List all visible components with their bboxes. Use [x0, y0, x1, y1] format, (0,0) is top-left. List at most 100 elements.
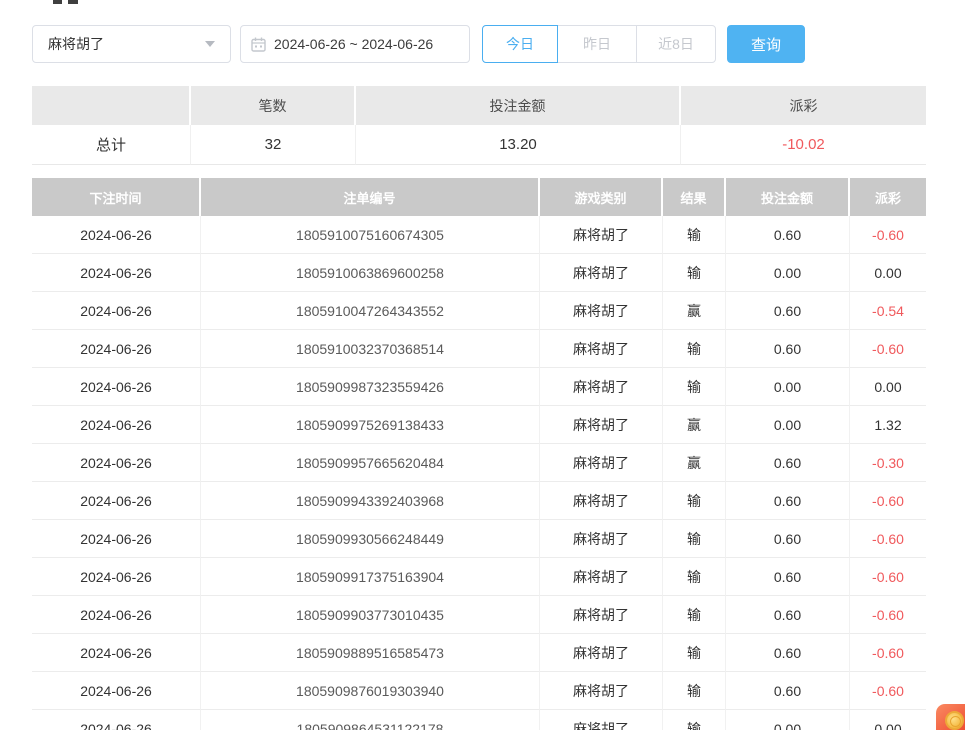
cell-result: 赢 [663, 444, 726, 482]
summary-total-row: 总计 32 13.20 -10.02 [32, 125, 926, 165]
cell-payout: 1.32 [850, 406, 926, 444]
summary-header-row: 笔数 投注金额 派彩 [32, 86, 926, 125]
cell-payout: -0.60 [850, 216, 926, 254]
summary-header-count: 笔数 [191, 86, 356, 125]
cell-game-type: 麻将胡了 [540, 520, 663, 558]
cell-game-type: 麻将胡了 [540, 596, 663, 634]
cell-result: 输 [663, 596, 726, 634]
cell-payout: -0.60 [850, 330, 926, 368]
clipped-heading-fragment [53, 0, 78, 4]
cell-bet-amount: 0.60 [726, 558, 850, 596]
date-range-picker[interactable]: 2024-06-26 ~ 2024-06-26 [240, 25, 470, 63]
cell-bet-amount: 0.00 [726, 254, 850, 292]
cell-bet-time: 2024-06-26 [32, 710, 201, 730]
cell-bet-id: 1805909917375163904 [201, 558, 540, 596]
cell-bet-id: 1805909930566248449 [201, 520, 540, 558]
cell-game-type: 麻将胡了 [540, 634, 663, 672]
chevron-down-icon [205, 41, 215, 47]
cell-bet-id: 1805909987323559426 [201, 368, 540, 406]
calendar-icon [251, 37, 266, 52]
cell-payout: 0.00 [850, 710, 926, 730]
cell-bet-amount: 0.00 [726, 368, 850, 406]
summary-total-label: 总计 [32, 125, 191, 165]
cell-game-type: 麻将胡了 [540, 672, 663, 710]
table-row: 2024-06-261805910047264343552麻将胡了赢0.60-0… [32, 292, 926, 330]
table-row: 2024-06-261805909975269138433麻将胡了赢0.001.… [32, 406, 926, 444]
cell-result: 赢 [663, 292, 726, 330]
cell-bet-time: 2024-06-26 [32, 254, 201, 292]
game-type-select[interactable]: 麻将胡了 [32, 25, 231, 63]
cell-result: 输 [663, 710, 726, 730]
summary-header-payout: 派彩 [681, 86, 926, 125]
cell-result: 输 [663, 216, 726, 254]
table-row: 2024-06-261805909917375163904麻将胡了输0.60-0… [32, 558, 926, 596]
cell-bet-time: 2024-06-26 [32, 558, 201, 596]
table-row: 2024-06-261805909903773010435麻将胡了输0.60-0… [32, 596, 926, 634]
cell-bet-amount: 0.60 [726, 672, 850, 710]
cell-result: 输 [663, 368, 726, 406]
cell-bet-time: 2024-06-26 [32, 368, 201, 406]
quick-range-group: 今日 昨日 近8日 [482, 25, 716, 63]
bet-table-header: 下注时间 注单编号 游戏类别 结果 投注金额 派彩 [32, 178, 926, 216]
table-row: 2024-06-261805909957665620484麻将胡了赢0.60-0… [32, 444, 926, 482]
table-row: 2024-06-261805909876019303940麻将胡了输0.60-0… [32, 672, 926, 710]
col-header-payout: 派彩 [850, 178, 926, 216]
cell-bet-time: 2024-06-26 [32, 216, 201, 254]
table-row: 2024-06-261805909987323559426麻将胡了输0.000.… [32, 368, 926, 406]
cell-result: 输 [663, 254, 726, 292]
summary-total-payout: -10.02 [681, 125, 926, 165]
cell-bet-time: 2024-06-26 [32, 292, 201, 330]
today-button[interactable]: 今日 [482, 25, 558, 63]
cell-payout: -0.60 [850, 482, 926, 520]
cell-result: 输 [663, 672, 726, 710]
cell-bet-time: 2024-06-26 [32, 444, 201, 482]
cell-game-type: 麻将胡了 [540, 710, 663, 730]
col-header-bet-id: 注单编号 [201, 178, 540, 216]
cell-bet-time: 2024-06-26 [32, 520, 201, 558]
table-row: 2024-06-261805910075160674305麻将胡了输0.60-0… [32, 216, 926, 254]
col-header-result: 结果 [663, 178, 726, 216]
cell-game-type: 麻将胡了 [540, 216, 663, 254]
cell-bet-id: 1805909957665620484 [201, 444, 540, 482]
cell-payout: -0.30 [850, 444, 926, 482]
cell-game-type: 麻将胡了 [540, 558, 663, 596]
cell-bet-id: 1805910047264343552 [201, 292, 540, 330]
red-packet-icon[interactable] [936, 704, 965, 730]
bet-records-table: 下注时间 注单编号 游戏类别 结果 投注金额 派彩 2024-06-261805… [32, 178, 926, 730]
filter-bar: 麻将胡了 2024-06-26 ~ 2024-06-26 今日 昨日 近8日 查… [32, 25, 805, 63]
game-type-select-value: 麻将胡了 [48, 34, 205, 54]
cell-bet-id: 1805909903773010435 [201, 596, 540, 634]
cell-result: 输 [663, 482, 726, 520]
summary-header-bet-amount: 投注金额 [356, 86, 681, 125]
cell-bet-id: 1805910032370368514 [201, 330, 540, 368]
cell-payout: 0.00 [850, 368, 926, 406]
cell-result: 输 [663, 558, 726, 596]
yesterday-button[interactable]: 昨日 [557, 25, 637, 63]
search-button[interactable]: 查询 [727, 25, 805, 63]
cell-bet-time: 2024-06-26 [32, 596, 201, 634]
cell-result: 输 [663, 520, 726, 558]
cell-bet-amount: 0.60 [726, 216, 850, 254]
cell-bet-id: 1805910063869600258 [201, 254, 540, 292]
cell-bet-amount: 0.00 [726, 710, 850, 730]
cell-bet-amount: 0.60 [726, 520, 850, 558]
bet-table-body: 2024-06-261805910075160674305麻将胡了输0.60-0… [32, 216, 926, 730]
summary-total-bet-amount: 13.20 [356, 125, 681, 165]
col-header-game-type: 游戏类别 [540, 178, 663, 216]
cell-bet-amount: 0.00 [726, 406, 850, 444]
cell-game-type: 麻将胡了 [540, 330, 663, 368]
cell-game-type: 麻将胡了 [540, 254, 663, 292]
cell-payout: -0.60 [850, 520, 926, 558]
cell-bet-time: 2024-06-26 [32, 672, 201, 710]
cell-game-type: 麻将胡了 [540, 368, 663, 406]
cell-result: 赢 [663, 406, 726, 444]
col-header-bet-time: 下注时间 [32, 178, 201, 216]
last-8-days-button[interactable]: 近8日 [636, 25, 716, 63]
cell-game-type: 麻将胡了 [540, 406, 663, 444]
table-row: 2024-06-261805910063869600258麻将胡了输0.000.… [32, 254, 926, 292]
cell-bet-time: 2024-06-26 [32, 634, 201, 672]
cell-bet-time: 2024-06-26 [32, 406, 201, 444]
table-row: 2024-06-261805909930566248449麻将胡了输0.60-0… [32, 520, 926, 558]
cell-game-type: 麻将胡了 [540, 444, 663, 482]
col-header-bet-amount: 投注金额 [726, 178, 850, 216]
